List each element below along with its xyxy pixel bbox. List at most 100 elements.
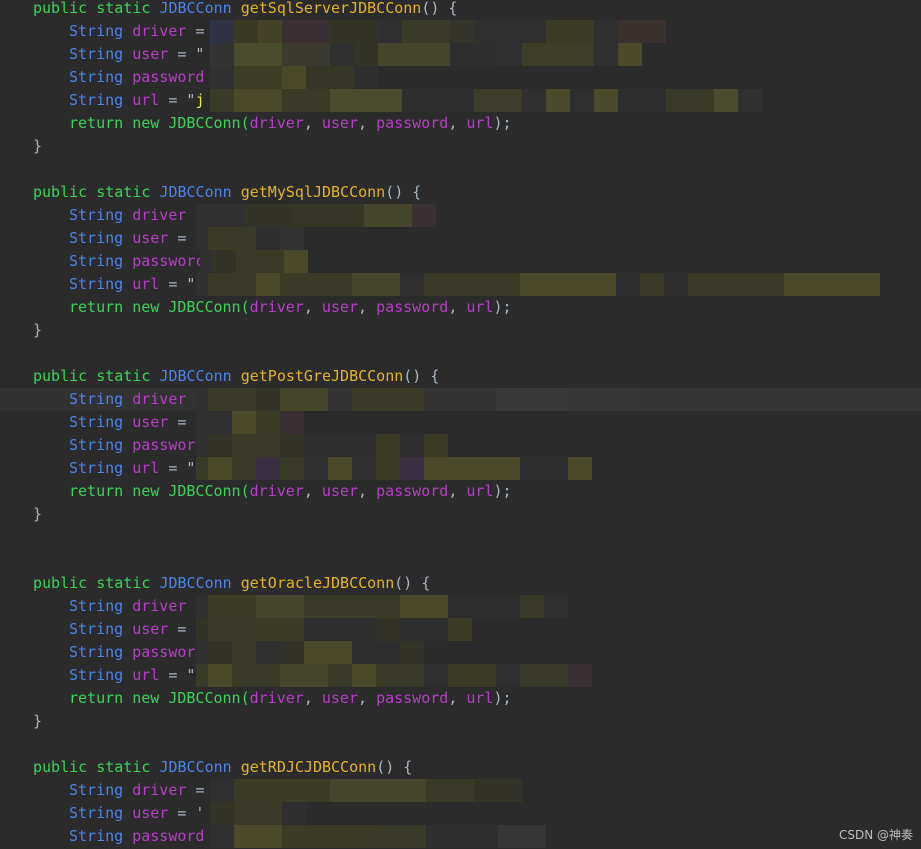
redacted-value <box>210 66 378 89</box>
operator: = <box>177 620 187 638</box>
code-line: String passwor <box>0 434 921 457</box>
method-name: getRDJCJDBCConn <box>240 758 377 776</box>
variable-token: user <box>132 620 169 638</box>
keyword: new <box>132 482 160 500</box>
redacted-value <box>210 802 306 825</box>
constructor-call: JDBCConn( <box>168 298 250 316</box>
redacted-value <box>196 618 472 641</box>
variable-token: user <box>132 413 169 431</box>
variable-token: url <box>132 666 160 684</box>
type-token: String <box>69 45 124 63</box>
closing-brace: } <box>33 712 43 730</box>
keyword: static <box>96 574 151 592</box>
type-token: String <box>69 666 124 684</box>
type-token: String <box>69 781 124 799</box>
variable-token: driver <box>132 22 187 40</box>
keyword: static <box>96 0 151 17</box>
redacted-value <box>200 250 308 273</box>
keyword: return <box>69 114 124 132</box>
keyword: new <box>132 298 160 316</box>
type-token: String <box>69 643 124 661</box>
argument: user <box>321 482 358 500</box>
redacted-value <box>210 43 642 66</box>
string-fragment: j <box>195 91 205 109</box>
redacted-value <box>196 434 448 457</box>
variable-token: driver <box>132 597 187 615</box>
keyword: public <box>33 758 88 776</box>
code-line: } <box>0 503 921 526</box>
type-token: String <box>69 229 124 247</box>
punctuation: () { <box>376 758 413 776</box>
variable-token: passworc <box>132 252 205 270</box>
redacted-value <box>196 457 592 480</box>
redacted-value <box>210 89 762 112</box>
code-line: return new JDBCConn(driver, user, passwo… <box>69 298 512 316</box>
redacted-value <box>196 388 921 411</box>
redacted-value <box>196 204 436 227</box>
code-line: String passwor <box>0 641 921 664</box>
return-type: JDBCConn <box>159 758 232 776</box>
return-type: JDBCConn <box>159 183 232 201</box>
keyword: return <box>69 298 124 316</box>
variable-token: password <box>132 827 205 845</box>
keyword: return <box>69 482 124 500</box>
variable-token: user <box>132 804 169 822</box>
keyword: static <box>96 758 151 776</box>
punctuation: () { <box>394 574 431 592</box>
type-token: String <box>69 68 124 86</box>
variable-token: driver <box>132 781 187 799</box>
keyword: static <box>96 183 151 201</box>
code-line: public static JDBCConn getSqlServerJDBCC… <box>0 0 921 20</box>
redacted-value <box>210 779 522 802</box>
argument: password <box>376 689 449 707</box>
code-line: public static JDBCConn getMySqlJDBCConn(… <box>0 181 921 204</box>
redacted-value <box>196 227 304 250</box>
keyword: public <box>33 367 88 385</box>
operator: = <box>195 781 205 799</box>
code-line: } <box>0 135 921 158</box>
type-token: String <box>69 804 124 822</box>
keyword: public <box>33 574 88 592</box>
redacted-value <box>196 595 568 618</box>
constructor-call: JDBCConn( <box>168 689 250 707</box>
redacted-value <box>196 411 304 434</box>
operator: = ' <box>177 804 205 822</box>
code-line: public static JDBCConn getOracleJDBCConn… <box>0 572 921 595</box>
type-token: String <box>69 459 124 477</box>
argument: driver <box>249 114 304 132</box>
punctuation: () { <box>403 367 440 385</box>
type-token: String <box>69 827 124 845</box>
code-line: public static JDBCConn getRDJCJDBCConn()… <box>0 756 921 779</box>
code-line: String passworc <box>0 250 921 273</box>
method-name: getSqlServerJDBCConn <box>240 0 422 17</box>
punctuation: ); <box>493 298 512 316</box>
code-line: return new JDBCConn(driver, user, passwo… <box>69 114 512 132</box>
argument: driver <box>249 482 304 500</box>
closing-brace: } <box>33 505 43 523</box>
variable-token: driver <box>132 206 187 224</box>
operator: = " <box>168 91 196 109</box>
variable-token: user <box>132 229 169 247</box>
type-token: String <box>69 390 124 408</box>
type-token: String <box>69 275 124 293</box>
return-type: JDBCConn <box>159 574 232 592</box>
type-token: String <box>69 91 124 109</box>
argument: url <box>466 482 494 500</box>
variable-token: passwor <box>132 436 196 454</box>
keyword: new <box>132 689 160 707</box>
method-name: getOracleJDBCConn <box>240 574 395 592</box>
operator: = " <box>168 459 196 477</box>
keyword: static <box>96 367 151 385</box>
punctuation: ); <box>493 689 512 707</box>
method-name: getMySqlJDBCConn <box>240 183 386 201</box>
code-line: } <box>0 319 921 342</box>
argument: user <box>321 298 358 316</box>
variable-token: url <box>132 459 160 477</box>
redacted-value <box>196 273 880 296</box>
watermark: CSDN @神奏 <box>838 828 913 842</box>
code-line: String user = <box>0 411 921 434</box>
punctuation: () { <box>421 0 458 17</box>
code-editor[interactable]: public static JDBCConn getSqlServerJDBCC… <box>0 0 921 849</box>
type-token: String <box>69 597 124 615</box>
constructor-call: JDBCConn( <box>168 114 250 132</box>
